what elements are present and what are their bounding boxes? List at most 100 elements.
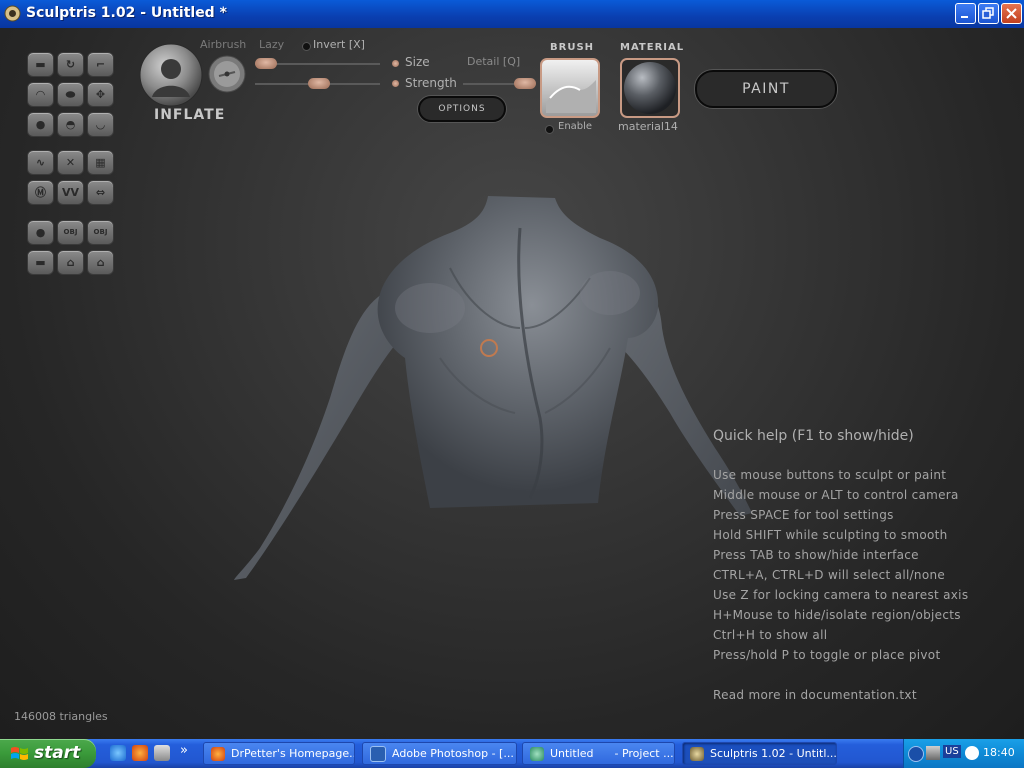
wireframe-button[interactable]: ✕	[57, 150, 84, 175]
quick-help-line: Press/hold P to toggle or place pivot	[713, 648, 941, 662]
brush-texture-button[interactable]	[540, 58, 600, 118]
triangle-count: 146008 triangles	[14, 710, 108, 723]
flatten-button[interactable]: ▬	[27, 52, 54, 77]
windows-logo-icon	[11, 747, 28, 760]
restore-icon	[982, 7, 994, 19]
quicklaunch-overflow-icon[interactable]: »	[180, 743, 188, 758]
material-heading: MATERIAL	[620, 42, 685, 53]
detail-slider-knob[interactable]	[514, 78, 536, 89]
rotate-button[interactable]: ↻	[57, 52, 84, 77]
torso-model[interactable]	[0, 28, 1024, 739]
size-label: Size	[405, 55, 430, 69]
quick-help-line: Hold SHIFT while sculpting to smooth	[713, 528, 948, 542]
quicklaunch-app-icon[interactable]	[154, 745, 170, 761]
quick-help-title: Quick help (F1 to show/hide)	[713, 428, 914, 444]
reduce-icon: VV	[61, 186, 80, 199]
start-button[interactable]: start	[0, 739, 96, 768]
taskbar-item-firefox[interactable]: DrPetter's Homepage...	[203, 742, 355, 765]
paint-button[interactable]: PAINT	[695, 70, 837, 108]
draw-button[interactable]: ●	[27, 112, 54, 137]
inflate-button[interactable]: ◓	[57, 112, 84, 137]
taskbar-item-label: DrPetter's Homepage...	[231, 747, 355, 760]
taskbar: start » DrPetter's Homepage... Adobe Pho…	[0, 739, 1024, 768]
wireframe-icon: ✕	[65, 156, 76, 169]
size-slider-knob[interactable]	[255, 58, 277, 69]
quick-help-line: Press TAB to show/hide interface	[713, 548, 919, 562]
grab-icon: ✥	[95, 88, 106, 101]
quick-help-line: Use Z for locking camera to nearest axis	[713, 588, 969, 602]
grid-button[interactable]: ▦	[87, 150, 114, 175]
tool-preview-button[interactable]	[138, 42, 204, 108]
restore-button[interactable]	[978, 3, 999, 24]
grab-button[interactable]: ✥	[87, 82, 114, 107]
strength-label: Strength	[405, 76, 457, 90]
save-button[interactable]: ⌂	[57, 250, 84, 275]
tray-collapse-icon[interactable]	[908, 746, 924, 762]
taskbar-item-label: Sculptris 1.02 - Untitl...	[710, 747, 837, 760]
symmetry-icon: ∿	[35, 156, 46, 169]
size-radio[interactable]	[392, 60, 399, 67]
taskbar-item-sculptris[interactable]: Sculptris 1.02 - Untitl...	[682, 742, 837, 765]
taskbar-item-label: Adobe Photoshop - [...	[392, 747, 514, 760]
airbrush-toggle[interactable]	[207, 54, 247, 94]
crop-button[interactable]: ⌐	[87, 52, 114, 77]
mirror-button[interactable]: Ⓜ	[27, 180, 54, 205]
invert-label: Invert [X]	[313, 38, 365, 51]
clock: 18:40	[983, 746, 1015, 759]
window-title: Sculptris 1.02 - Untitled *	[26, 5, 227, 21]
minimize-icon	[961, 16, 968, 18]
pinch-button[interactable]: ⬬	[57, 82, 84, 107]
sculptris-app-icon	[4, 5, 21, 22]
close-button[interactable]	[1001, 3, 1022, 24]
firefox-icon[interactable]	[132, 745, 148, 761]
export-obj-button[interactable]: OBJ	[87, 220, 114, 245]
strength-slider-knob[interactable]	[308, 78, 330, 89]
flip-icon: ⇔	[95, 186, 106, 199]
quick-help-footer: Read more in documentation.txt	[713, 688, 917, 702]
network-icon[interactable]	[926, 746, 940, 760]
strength-radio[interactable]	[392, 80, 399, 87]
grid-icon: ▦	[95, 156, 106, 169]
smooth-icon: ◡	[96, 118, 105, 131]
brush-heading: BRUSH	[550, 42, 595, 53]
close-icon	[1006, 8, 1017, 19]
language-indicator[interactable]: US	[943, 745, 961, 758]
quick-help-line: Ctrl+H to show all	[713, 628, 828, 642]
options-button[interactable]: OPTIONS	[418, 96, 506, 122]
save-as-button[interactable]: ⌂	[87, 250, 114, 275]
brush-enable-label: Enable	[558, 121, 593, 132]
material-name: material14	[618, 120, 678, 133]
invert-radio[interactable]	[302, 42, 311, 51]
quick-help-line: Use mouse buttons to sculpt or paint	[713, 468, 947, 482]
tray-app-icon[interactable]	[965, 746, 979, 760]
quick-help-line: Press SPACE for tool settings	[713, 508, 894, 522]
airbrush-label: Airbrush	[200, 38, 247, 51]
mirror-icon: Ⓜ	[35, 186, 46, 199]
taskbar-item-project[interactable]: Untitled - Project ...	[522, 742, 675, 765]
symmetry-button[interactable]: ∿	[27, 150, 54, 175]
quick-help-line: H+Mouse to hide/isolate region/objects	[713, 608, 961, 622]
detail-label: Detail [Q]	[467, 55, 521, 68]
reduce-button[interactable]: VV	[57, 180, 84, 205]
material-button[interactable]	[620, 58, 680, 118]
draw-icon: ●	[35, 118, 46, 131]
plane-button[interactable]: ▬	[27, 250, 54, 275]
taskbar-item-label: Untitled - Project ...	[550, 747, 674, 760]
firefox-icon	[211, 746, 225, 761]
smooth-button[interactable]: ◡	[87, 112, 114, 137]
sphere-button[interactable]: ●	[27, 220, 54, 245]
sculpt-viewport[interactable]: ▬ ↻ ⌐ ◠ ⬬ ✥ ● ◓ ◡ ∿ ✕ ▦ Ⓜ VV ⇔ ● OBJ OBJ ▬ ⌂ ⌂ INFLATE Airbr…	[0, 28, 1024, 739]
minimize-button[interactable]	[955, 3, 976, 24]
rotate-icon: ↻	[65, 58, 76, 71]
import-obj-icon: OBJ	[63, 228, 78, 236]
import-obj-button[interactable]: OBJ	[57, 220, 84, 245]
quick-help-line: CTRL+A, CTRL+D will select all/none	[713, 568, 946, 582]
taskbar-item-photoshop[interactable]: Adobe Photoshop - [...	[362, 742, 517, 765]
save-as-icon: ⌂	[96, 256, 105, 269]
brush-enable-toggle[interactable]	[545, 125, 554, 134]
tool-name: INFLATE	[154, 107, 226, 123]
crease-button[interactable]: ◠	[27, 82, 54, 107]
sphere-icon: ●	[35, 226, 46, 239]
flip-button[interactable]: ⇔	[87, 180, 114, 205]
ie-icon[interactable]	[110, 745, 126, 761]
